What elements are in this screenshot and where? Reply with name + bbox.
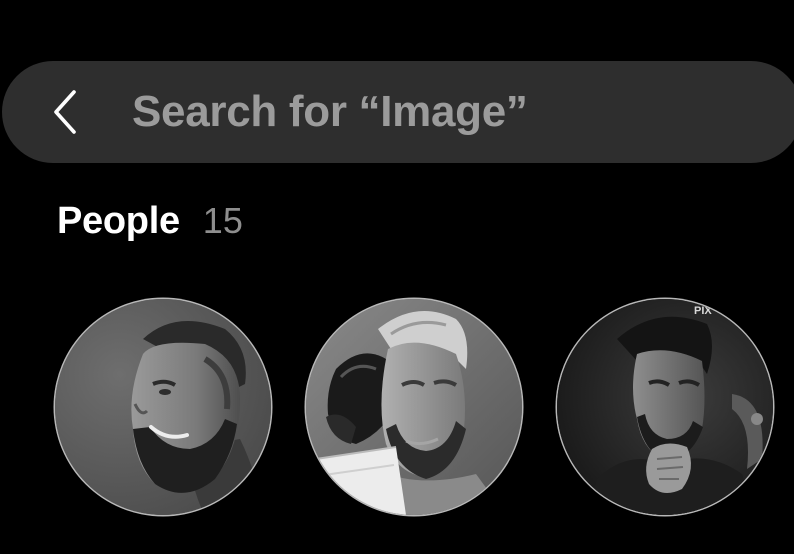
back-button[interactable] xyxy=(38,85,92,139)
search-bar[interactable]: Search for “Image” xyxy=(2,61,794,163)
person-thumbnail-1[interactable] xyxy=(55,299,271,515)
chevron-left-icon xyxy=(54,90,76,134)
person-portrait-3: PIX xyxy=(557,299,773,515)
people-section-header: People 15 xyxy=(57,196,243,246)
search-query-text[interactable]: Search for “Image” xyxy=(132,61,528,163)
person-portrait-2 xyxy=(306,299,522,515)
person-portrait-1 xyxy=(55,299,271,515)
person-thumbnail-3[interactable]: PIX xyxy=(557,299,773,515)
people-section-title: People xyxy=(57,199,180,242)
watermark-text: PIX xyxy=(694,305,712,317)
search-results-screen: Search for “Image” People 15 PIX xyxy=(0,0,794,554)
people-count: 15 xyxy=(202,200,243,241)
person-thumbnail-2[interactable] xyxy=(306,299,522,515)
